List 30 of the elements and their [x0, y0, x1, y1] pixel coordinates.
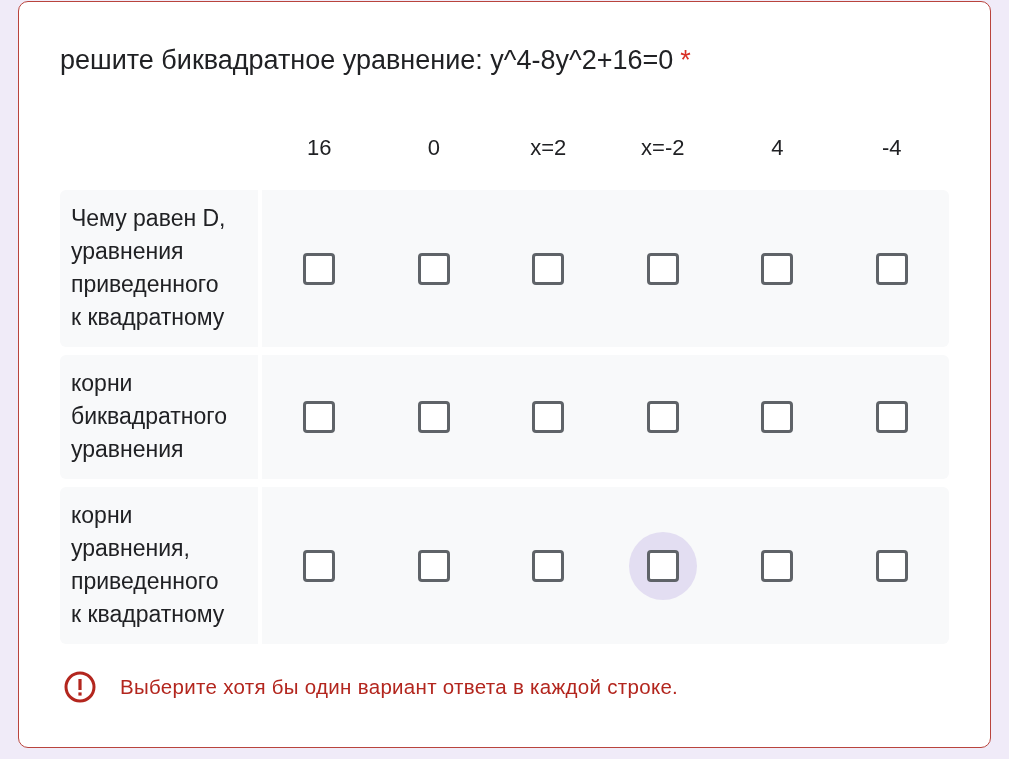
checkbox[interactable]	[761, 401, 794, 433]
column-header: x=2	[529, 134, 568, 162]
checkbox[interactable]	[417, 401, 450, 433]
column-header: 16	[306, 134, 333, 162]
row-label: корни уравнения, приведенного к квадратному	[60, 487, 258, 644]
checkbox[interactable]	[417, 549, 450, 582]
column-header: 0	[426, 134, 441, 162]
error-message: Выберите хотя бы один вариант ответа в каждой строке.	[120, 675, 679, 699]
checkbox[interactable]	[875, 401, 908, 433]
checkbox[interactable]	[646, 401, 679, 433]
checkbox[interactable]	[875, 252, 908, 285]
checkbox[interactable]	[532, 252, 565, 285]
checkbox[interactable]	[303, 252, 336, 285]
checkbox[interactable]	[761, 252, 794, 285]
checkbox[interactable]	[303, 401, 336, 433]
checkbox[interactable]	[417, 252, 450, 285]
column-header: -4	[880, 134, 903, 162]
checkbox[interactable]	[761, 549, 794, 582]
row-label: Чему равен D, уравнения приведенного к квадратному	[60, 190, 258, 347]
required-asterisk: *	[680, 45, 691, 75]
column-header: x=-2	[640, 134, 686, 162]
row-label: корни биквадратного уравнения	[60, 355, 258, 479]
question-title: решите биквадратное уравнение: y^4-8y^2+16=0	[60, 45, 674, 75]
checkbox[interactable]	[646, 252, 679, 285]
checkbox[interactable]	[532, 549, 565, 582]
checkbox[interactable]	[303, 549, 336, 582]
error-icon	[64, 671, 96, 703]
checkbox[interactable]	[532, 401, 565, 433]
column-header: 4	[770, 134, 785, 162]
checkbox[interactable]	[875, 549, 908, 582]
